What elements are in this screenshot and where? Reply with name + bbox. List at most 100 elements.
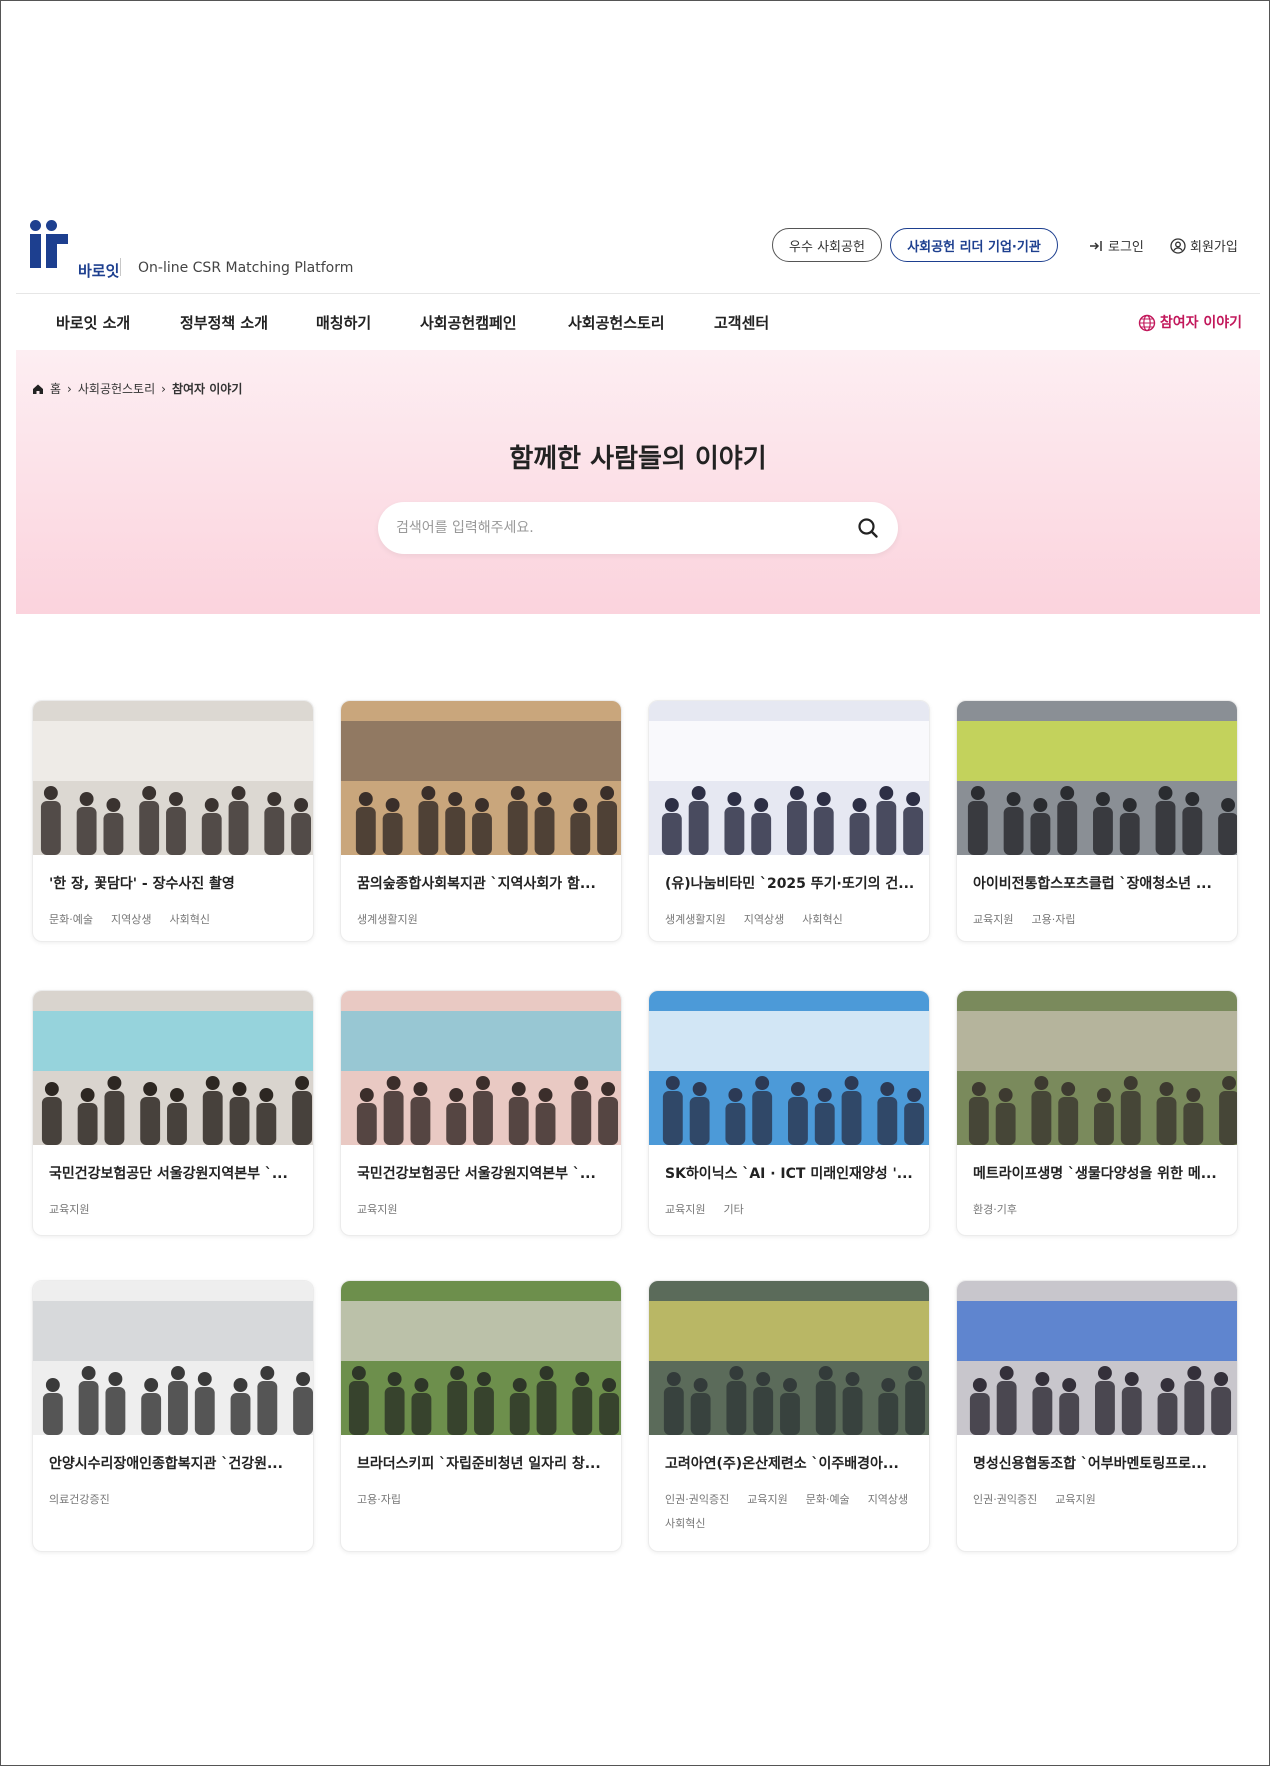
story-tags: 의료건강증진 — [49, 1491, 301, 1507]
story-card[interactable]: (유)나눔비타민 `2025 뚜기·또기의 건... 생계생활지원 지역상생 사회혁신 — [648, 700, 930, 942]
category-tag[interactable]: 문화·예술 — [49, 911, 93, 927]
category-tag[interactable]: 기타 — [723, 1201, 743, 1217]
category-tag[interactable]: 생계생활지원 — [665, 911, 726, 927]
story-thumbnail[interactable] — [341, 1281, 621, 1435]
story-thumbnail[interactable] — [649, 991, 929, 1145]
category-tag[interactable]: 교육지원 — [49, 1201, 89, 1217]
category-tag[interactable]: 교육지원 — [357, 1201, 397, 1217]
story-thumbnail[interactable] — [649, 701, 929, 855]
story-thumbnail[interactable] — [957, 991, 1237, 1145]
story-card[interactable]: 안양시수리장애인종합복지관 `건강원... 의료건강증진 — [32, 1280, 314, 1552]
story-thumbnail[interactable] — [341, 701, 621, 855]
excellent-csr-button[interactable]: 우수 사회공헌 — [772, 228, 882, 262]
logo-dot — [30, 220, 41, 231]
nav-item-campaign[interactable]: 사회공헌캠페인 — [420, 312, 517, 333]
story-card[interactable]: 아이비전통합스포츠클럽 `장애청소년 ... 교육지원 고용·자립 — [956, 700, 1238, 942]
category-tag[interactable]: 교육지원 — [1055, 1491, 1095, 1507]
story-card[interactable]: '한 장, 꽃담다' - 장수사진 촬영문화·예술 지역상생 사회혁신 — [32, 700, 314, 942]
home-icon[interactable] — [32, 383, 44, 395]
story-tags: 생계생활지원 지역상생 사회혁신 — [665, 911, 917, 927]
story-thumbnail[interactable] — [33, 1281, 313, 1435]
user-icon — [1170, 237, 1186, 254]
signup-link[interactable]: 회원가입 — [1170, 236, 1238, 255]
site-logo[interactable]: 바로잇 — [30, 220, 120, 280]
story-title[interactable]: 국민건강보험공단 서울강원지역본부 `... — [49, 1163, 301, 1183]
site-header: 바로잇 On-line CSR Matching Platform 우수 사회공… — [16, 214, 1260, 294]
story-card[interactable]: 명성신용협동조합 `어부바멘토링프로... 인권·권익증진 교육지원 — [956, 1280, 1238, 1552]
category-tag[interactable]: 교육지원 — [973, 911, 1013, 927]
story-title[interactable]: (유)나눔비타민 `2025 뚜기·또기의 건... — [665, 873, 917, 893]
story-thumbnail[interactable] — [33, 991, 313, 1145]
category-tag[interactable]: 사회혁신 — [665, 1515, 705, 1531]
category-tag[interactable]: 지역상생 — [744, 911, 784, 927]
nav-item-about[interactable]: 바로잇 소개 — [56, 312, 130, 333]
breadcrumb-home[interactable]: 홈 — [50, 380, 61, 397]
category-tag[interactable]: 문화·예술 — [806, 1491, 850, 1507]
story-title[interactable]: 국민건강보험공단 서울강원지역본부 `... — [357, 1163, 609, 1183]
nav-item-matching[interactable]: 매칭하기 — [316, 312, 371, 333]
category-tag[interactable]: 교육지원 — [665, 1201, 705, 1217]
story-title[interactable]: '한 장, 꽃담다' - 장수사진 촬영 — [49, 873, 301, 893]
story-card[interactable]: 메트라이프생명 `생물다양성을 위한 메... 환경·기후 — [956, 990, 1238, 1236]
story-thumbnail[interactable] — [649, 1281, 929, 1435]
story-tags: 교육지원 고용·자립 — [973, 911, 1225, 927]
category-tag[interactable]: 인권·권익증진 — [973, 1491, 1037, 1507]
search-icon — [858, 518, 878, 538]
login-link[interactable]: 로그인 — [1088, 236, 1144, 255]
logo-bar — [46, 234, 68, 244]
story-title[interactable]: 고려아연(주)온산제련소 `이주배경아... — [665, 1453, 917, 1473]
login-label: 로그인 — [1108, 240, 1144, 255]
story-card[interactable]: 브라더스키피 `자립준비청년 일자리 창... 고용·자립 — [340, 1280, 622, 1552]
nav-item-policy[interactable]: 정부정책 소개 — [180, 312, 268, 333]
story-thumbnail[interactable] — [33, 701, 313, 855]
category-tag[interactable]: 사회혁신 — [169, 911, 209, 927]
story-card[interactable]: 국민건강보험공단 서울강원지역본부 `... 교육지원 — [32, 990, 314, 1236]
csr-leader-button[interactable]: 사회공헌 리더 기업·기관 — [890, 228, 1058, 262]
logo-divider — [120, 258, 121, 276]
nav-item-story[interactable]: 사회공헌스토리 — [568, 312, 665, 333]
category-tag[interactable]: 사회혁신 — [802, 911, 842, 927]
story-card[interactable]: 고려아연(주)온산제련소 `이주배경아... 인권·권익증진 교육지원 문화·예술 지역… — [648, 1280, 930, 1552]
category-tag[interactable]: 생계생활지원 — [357, 911, 418, 927]
participant-stories-link[interactable]: 참여자 이야기 — [1138, 312, 1242, 332]
story-title[interactable]: 아이비전통합스포츠클럽 `장애청소년 ... — [973, 873, 1225, 893]
category-tag[interactable]: 교육지원 — [747, 1491, 787, 1507]
logo-dot — [46, 220, 57, 231]
category-tag[interactable]: 지역상생 — [868, 1491, 908, 1507]
story-title[interactable]: 꿈의숲종합사회복지관 `지역사회가 함... — [357, 873, 609, 893]
category-tag[interactable]: 고용·자립 — [1031, 911, 1075, 927]
story-tags: 고용·자립 — [357, 1491, 609, 1507]
hero-banner: 홈 › 사회공헌스토리 › 참여자 이야기 함께한 사람들의 이야기 — [16, 350, 1260, 614]
category-tag[interactable]: 지역상생 — [111, 911, 151, 927]
category-tag[interactable]: 고용·자립 — [357, 1491, 401, 1507]
globe-icon — [1138, 314, 1156, 332]
category-tag[interactable]: 인권·권익증진 — [665, 1491, 729, 1507]
story-thumbnail[interactable] — [957, 701, 1237, 855]
search-box — [378, 502, 898, 554]
breadcrumb-current: 참여자 이야기 — [171, 382, 243, 396]
chevron-right-icon: › — [67, 381, 72, 396]
search-button[interactable] — [854, 514, 882, 542]
breadcrumb-story[interactable]: 사회공헌스토리 — [78, 380, 155, 397]
story-title[interactable]: SK하이닉스 `AI · ICT 미래인재양성 '... — [665, 1163, 917, 1183]
story-card[interactable]: SK하이닉스 `AI · ICT 미래인재양성 '... 교육지원 기타 — [648, 990, 930, 1236]
signup-label: 회원가입 — [1190, 240, 1238, 255]
chevron-right-icon: › — [161, 381, 166, 396]
story-title[interactable]: 브라더스키피 `자립준비청년 일자리 창... — [357, 1453, 609, 1473]
story-tags: 인권·권익증진 교육지원 문화·예술 지역상생사회혁신 — [665, 1491, 917, 1531]
login-icon — [1088, 238, 1104, 254]
story-thumbnail[interactable] — [341, 991, 621, 1145]
story-title[interactable]: 명성신용협동조합 `어부바멘토링프로... — [973, 1453, 1225, 1473]
category-tag[interactable]: 의료건강증진 — [49, 1491, 110, 1507]
site-tagline: On-line CSR Matching Platform — [138, 260, 354, 276]
story-card[interactable]: 국민건강보험공단 서울강원지역본부 `... 교육지원 — [340, 990, 622, 1236]
story-title[interactable]: 메트라이프생명 `생물다양성을 위한 메... — [973, 1163, 1225, 1183]
search-input[interactable] — [396, 514, 826, 542]
logo-text: 바로잇 — [78, 262, 120, 280]
category-tag[interactable]: 환경·기후 — [973, 1201, 1017, 1217]
nav-item-support[interactable]: 고객센터 — [714, 312, 769, 333]
main-nav: 바로잇 소개 정부정책 소개 매칭하기 사회공헌캠페인 사회공헌스토리 고객센터… — [16, 296, 1260, 348]
story-title[interactable]: 안양시수리장애인종합복지관 `건강원... — [49, 1453, 301, 1473]
story-card[interactable]: 꿈의숲종합사회복지관 `지역사회가 함... 생계생활지원 — [340, 700, 622, 942]
story-thumbnail[interactable] — [957, 1281, 1237, 1435]
